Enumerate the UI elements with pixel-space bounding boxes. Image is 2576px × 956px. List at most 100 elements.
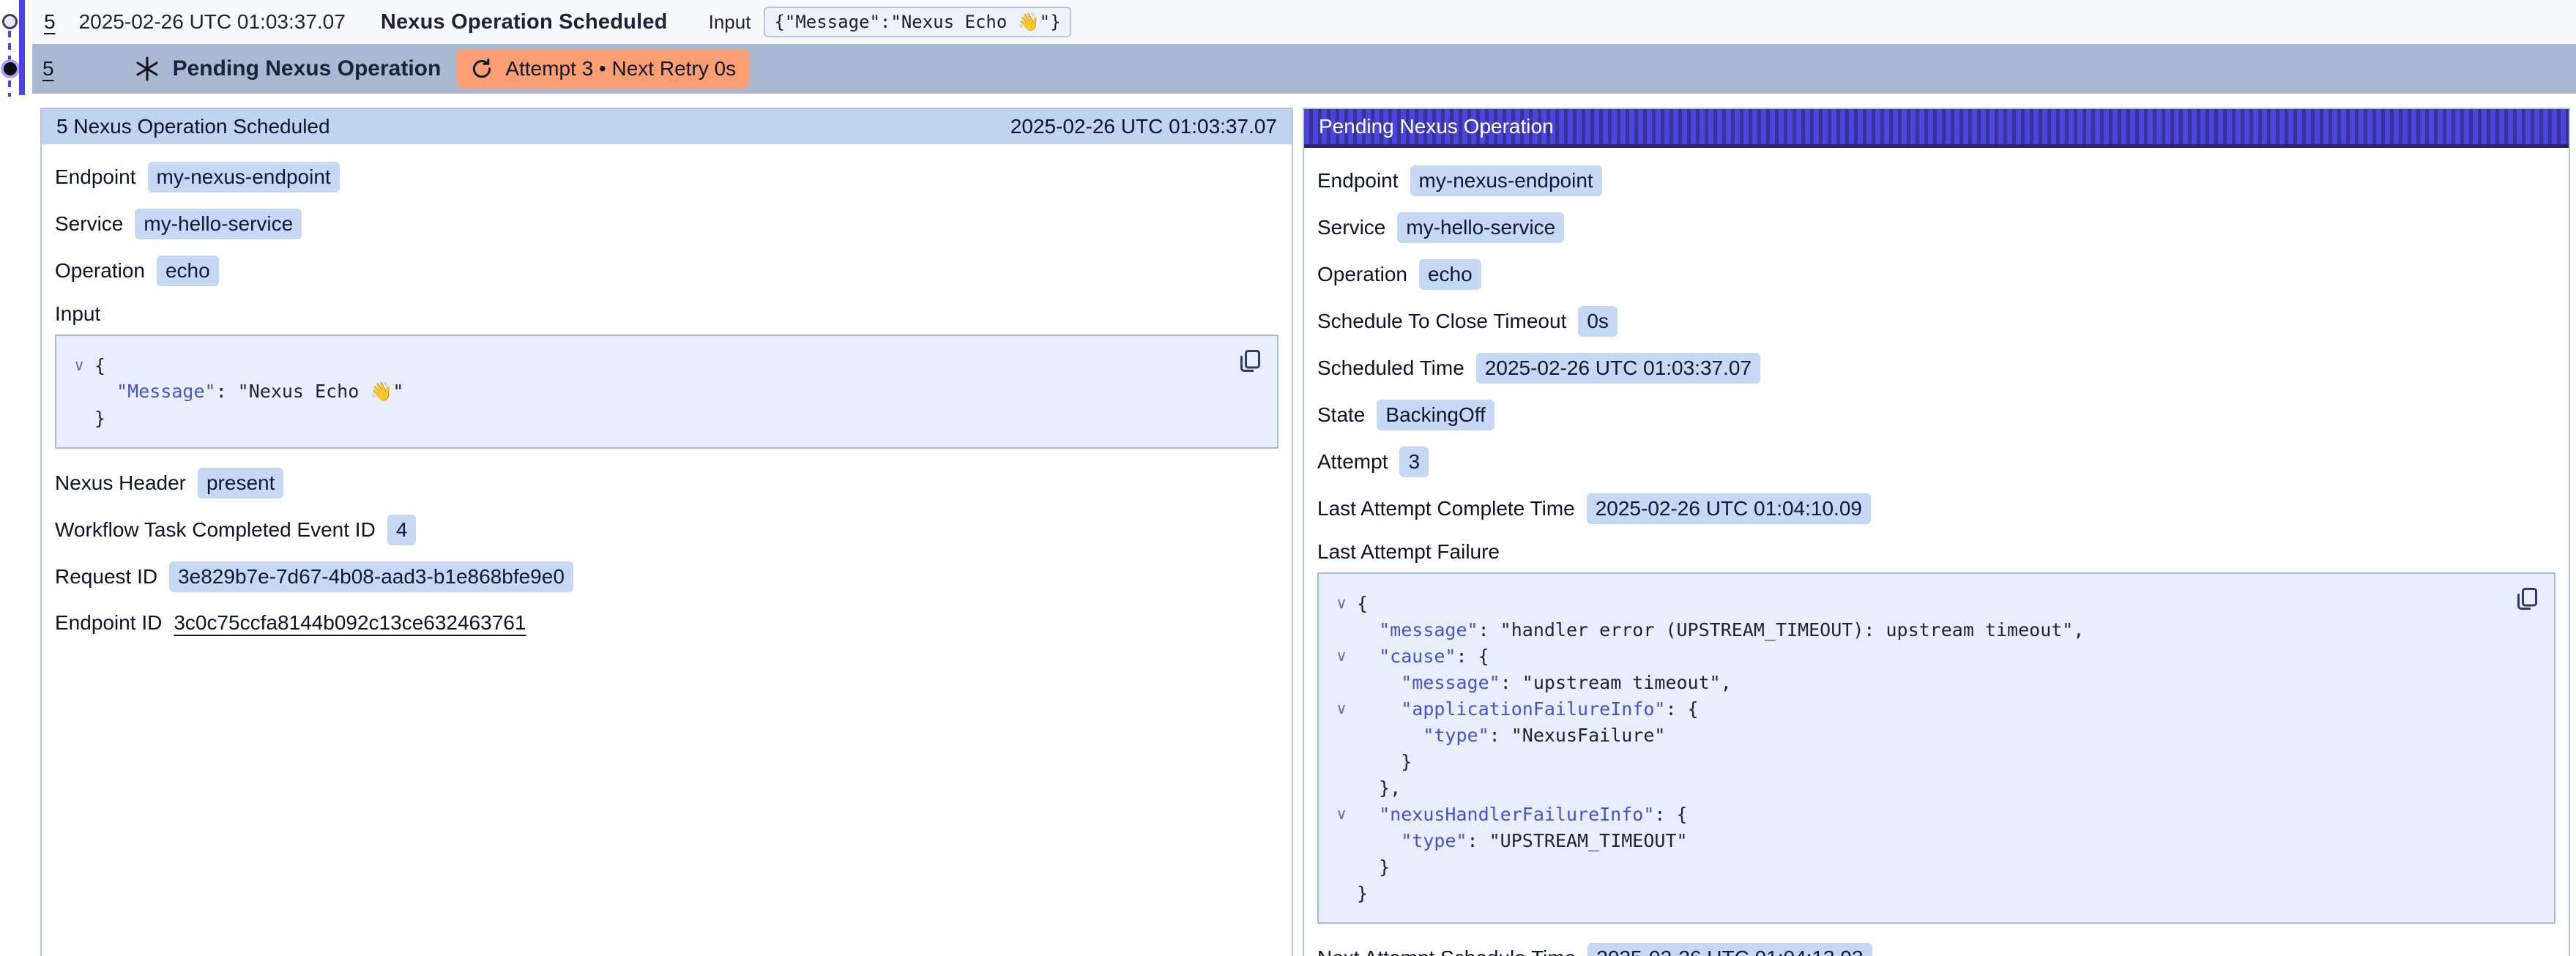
field-endpoint: Endpoint my-nexus-endpoint: [1317, 165, 2555, 196]
code-line: "message": "handler error (UPSTREAM_TIME…: [1326, 616, 2503, 643]
event-row-nexus-operation-scheduled[interactable]: 5 2025-02-26 UTC 01:03:37.07 Nexus Opera…: [32, 0, 2576, 44]
code-line: }: [1326, 854, 2503, 880]
field-workflow-task-completed-event-id: Workflow Task Completed Event ID 4: [55, 515, 1278, 545]
field-label: Last Attempt Failure: [1317, 540, 2544, 564]
field-value-badge: echo: [157, 255, 219, 286]
code-line: }: [64, 405, 1226, 431]
pending-operation-title: Pending Nexus Operation: [1319, 115, 1554, 138]
pending-asterisk-icon: [133, 55, 161, 83]
field-label: State: [1317, 403, 1365, 427]
field-label: Endpoint ID: [55, 611, 162, 635]
retry-attempt-badge: Attempt 3 • Next Retry 0s: [457, 49, 749, 89]
code-line: "message": "upstream timeout",: [1326, 669, 2503, 695]
retry-badge-label: Attempt 3 • Next Retry 0s: [505, 57, 736, 81]
field-label: Input: [55, 302, 1267, 326]
code-line: "Message": "Nexus Echo 👋": [64, 378, 1226, 405]
retry-icon: [470, 57, 494, 81]
field-value-badge: present: [198, 468, 283, 498]
pending-operation-fields: Endpoint my-nexus-endpoint Service my-he…: [1304, 148, 2569, 956]
field-input: Input ∨ { "Message": "Nexus Echo 👋" }: [55, 302, 1278, 449]
field-nexus-header: Nexus Header present: [55, 468, 1278, 498]
code-line: ∨ {: [1326, 590, 2503, 616]
field-label: Operation: [1317, 263, 1407, 286]
code-lines: ∨ { "message": "handler error (UPSTREAM_…: [1326, 590, 2503, 906]
field-value-badge: 2025-02-26 UTC 01:04:13.93: [1587, 943, 1872, 956]
field-service: Service my-hello-service: [55, 209, 1278, 239]
field-value-badge: 4: [387, 515, 417, 545]
field-value-badge: 3: [1399, 447, 1429, 477]
collapse-toggle-icon[interactable]: ∨: [1326, 647, 1357, 665]
field-scheduled-time: Scheduled Time 2025-02-26 UTC 01:03:37.0…: [1317, 353, 2555, 384]
input-label: Input: [709, 11, 751, 34]
field-state: State BackingOff: [1317, 400, 2555, 430]
field-endpoint: Endpoint my-nexus-endpoint: [55, 162, 1278, 193]
code-line: }: [1326, 748, 2503, 774]
collapse-toggle-icon[interactable]: ∨: [1326, 805, 1357, 824]
field-label: Next Attempt Schedule Time: [1317, 946, 1576, 956]
event-history-rows: 5 2025-02-26 UTC 01:03:37.07 Nexus Opera…: [32, 0, 2576, 94]
code-line: }: [1326, 880, 2503, 906]
event-detail-panels: 5 Nexus Operation Scheduled 2025-02-26 U…: [40, 108, 2570, 956]
field-label: Nexus Header: [55, 471, 186, 495]
field-operation: Operation echo: [55, 255, 1278, 286]
field-endpoint-id: Endpoint ID 3c0c75ccfa8144b092c13ce63246…: [55, 608, 1278, 638]
copy-icon[interactable]: [2513, 586, 2539, 612]
event-dot-scheduled: [2, 14, 18, 29]
field-label: Service: [1317, 216, 1385, 239]
field-attempt: Attempt 3: [1317, 447, 2555, 477]
event-detail-panel: 5 Nexus Operation Scheduled 2025-02-26 U…: [40, 108, 1293, 956]
pending-operation-header: Pending Nexus Operation: [1304, 109, 2569, 148]
code-line: ∨ "cause": {: [1326, 643, 2503, 669]
code-line: ∨ "applicationFailureInfo": {: [1326, 695, 2503, 722]
field-last-attempt-complete-time: Last Attempt Complete Time 2025-02-26 UT…: [1317, 493, 2555, 524]
field-value-badge: 0s: [1578, 306, 1618, 337]
event-time: 2025-02-26 UTC 01:03:37.07: [79, 10, 346, 34]
collapse-toggle-icon[interactable]: ∨: [1326, 594, 1357, 613]
field-value-badge: BackingOff: [1377, 400, 1494, 430]
code-line: "type": "UPSTREAM_TIMEOUT": [1326, 827, 2503, 854]
active-event-indicator-bar: [19, 0, 25, 95]
event-row-pending-nexus-operation[interactable]: 5 Pending Nexus Operation Attempt 3 • Ne…: [32, 44, 2576, 94]
event-title: Pending Nexus Operation: [173, 56, 442, 81]
field-value-badge: echo: [1419, 259, 1481, 290]
code-line: "type": "NexusFailure": [1326, 722, 2503, 748]
field-request-id: Request ID 3e829b7e-7d67-4b08-aad3-b1e86…: [55, 561, 1278, 592]
field-label: Request ID: [55, 565, 157, 589]
event-id-link[interactable]: 5: [42, 57, 54, 81]
code-line: ∨ "nexusHandlerFailureInfo": {: [1326, 801, 2503, 827]
field-value-badge: my-hello-service: [1397, 212, 1564, 243]
event-id-link[interactable]: 5: [44, 10, 56, 34]
field-value-badge: 2025-02-26 UTC 01:03:37.07: [1476, 353, 1760, 384]
field-value-link[interactable]: 3c0c75ccfa8144b092c13ce632463761: [174, 611, 526, 635]
code-line: },: [1326, 774, 2503, 801]
event-detail-time: 2025-02-26 UTC 01:03:37.07: [1010, 115, 1277, 138]
json-code-block: ∨ { "Message": "Nexus Echo 👋" }: [55, 335, 1278, 449]
field-label: Schedule To Close Timeout: [1317, 310, 1566, 333]
field-label: Endpoint: [55, 165, 136, 189]
collapse-toggle-icon[interactable]: ∨: [1326, 700, 1357, 718]
collapse-toggle-icon[interactable]: ∨: [64, 356, 94, 375]
field-label: Workflow Task Completed Event ID: [55, 518, 376, 542]
event-dot-pending-selected: [4, 62, 17, 75]
field-label: Last Attempt Complete Time: [1317, 497, 1575, 520]
field-label: Operation: [55, 259, 145, 283]
event-detail-fields: Endpoint my-nexus-endpoint Service my-he…: [42, 144, 1292, 671]
field-operation: Operation echo: [1317, 259, 2555, 290]
field-value-badge: my-hello-service: [135, 209, 302, 239]
code-lines: ∨ { "Message": "Nexus Echo 👋" }: [64, 352, 1226, 431]
field-value-badge: 3e829b7e-7d67-4b08-aad3-b1e868bfe9e0: [169, 561, 573, 592]
field-value-badge: my-nexus-endpoint: [148, 162, 340, 193]
timeline-rail: [0, 0, 32, 110]
field-value-badge: my-nexus-endpoint: [1410, 165, 1602, 196]
pending-operation-panel: Pending Nexus Operation Endpoint my-nexu…: [1303, 108, 2570, 956]
field-label: Attempt: [1317, 450, 1388, 474]
field-service: Service my-hello-service: [1317, 212, 2555, 243]
copy-icon[interactable]: [1236, 348, 1262, 374]
field-label: Endpoint: [1317, 169, 1399, 193]
event-title: Nexus Operation Scheduled: [381, 10, 668, 34]
event-detail-title: 5 Nexus Operation Scheduled: [56, 115, 330, 138]
field-schedule-to-close-timeout: Schedule To Close Timeout 0s: [1317, 306, 2555, 337]
field-label: Scheduled Time: [1317, 356, 1464, 380]
field-last-attempt-failure: Last Attempt Failure ∨ { "message": "han…: [1317, 540, 2555, 924]
input-preview-chip: {"Message":"Nexus Echo 👋"}: [764, 7, 1071, 37]
